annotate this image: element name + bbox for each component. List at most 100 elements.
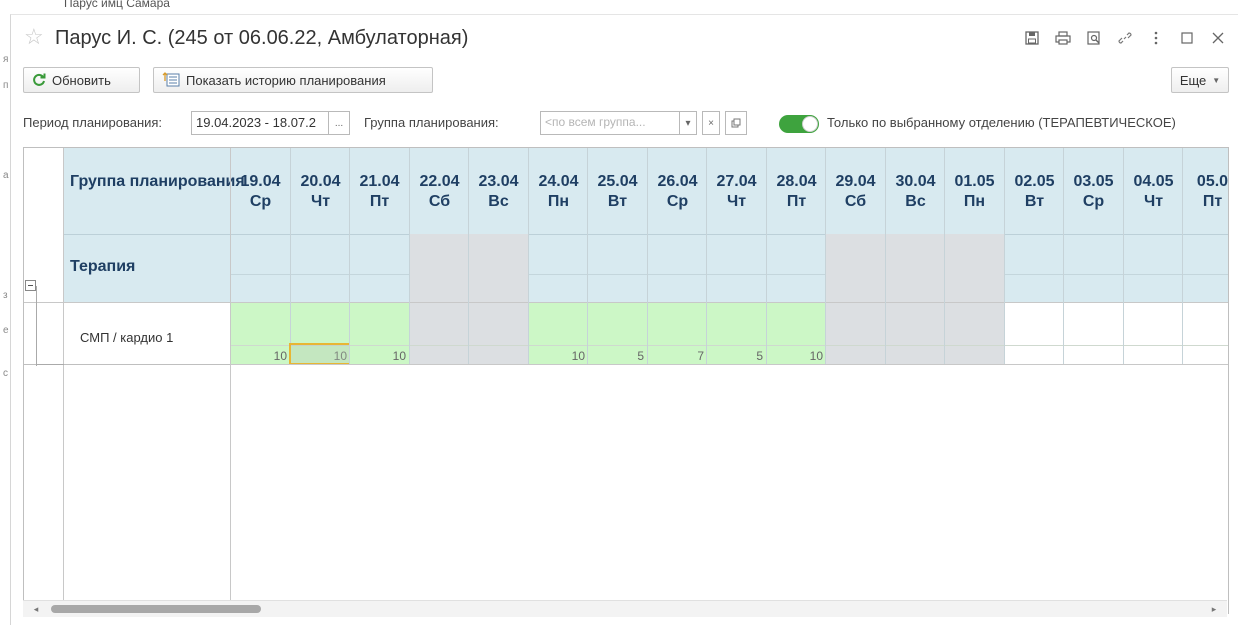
- plan-value: 5: [637, 349, 644, 363]
- day-of-week: Чт: [1143, 193, 1164, 210]
- group-day-cell[interactable]: [886, 234, 945, 302]
- refresh-button[interactable]: Обновить: [23, 67, 140, 93]
- background-letter: е: [3, 325, 9, 336]
- background-letter: я: [3, 54, 9, 65]
- group-open-button[interactable]: [725, 111, 747, 135]
- plan-value: 10: [273, 349, 287, 363]
- group-row-label: Терапия: [70, 258, 136, 275]
- close-icon[interactable]: [1202, 28, 1233, 48]
- plan-day-cell[interactable]: [886, 303, 945, 364]
- day-column-header[interactable]: 19.04 Ср: [231, 172, 290, 212]
- day-of-week: Вт: [1024, 193, 1045, 210]
- day-column-header[interactable]: 01.05 Пн: [945, 172, 1004, 212]
- plan-day-cell[interactable]: 10: [231, 303, 290, 364]
- cell-divider: [469, 345, 528, 346]
- day-column-header[interactable]: 29.04 Сб: [826, 172, 885, 212]
- day-column: 27.04 Чт 5: [706, 148, 766, 364]
- print-icon[interactable]: [1047, 28, 1078, 48]
- day-column-header[interactable]: 21.04 Пт: [350, 172, 409, 212]
- plan-day-cell[interactable]: [1005, 303, 1064, 364]
- department-only-toggle[interactable]: [779, 115, 819, 133]
- plan-day-cell[interactable]: [826, 303, 885, 364]
- period-select-button[interactable]: ...: [328, 111, 350, 135]
- cell-divider: [826, 345, 885, 346]
- link-icon[interactable]: [1109, 28, 1140, 48]
- cell-divider: [529, 345, 588, 346]
- plan-day-cell[interactable]: 7: [648, 303, 707, 364]
- scroll-right-icon[interactable]: ▸: [1205, 601, 1223, 617]
- scroll-left-icon[interactable]: ◂: [27, 601, 45, 617]
- day-date: 30.04: [895, 173, 936, 190]
- plan-value: 10: [809, 349, 823, 363]
- plan-day-cell[interactable]: 10: [529, 303, 588, 364]
- cell-divider: [945, 345, 1004, 346]
- day-of-week: Пн: [547, 193, 570, 210]
- collapse-toggle-icon[interactable]: [25, 280, 36, 291]
- group-day-cell[interactable]: [945, 234, 1004, 302]
- group-dropdown-button[interactable]: ▾: [679, 111, 697, 135]
- day-column-header[interactable]: 04.05 Чт: [1124, 172, 1183, 212]
- show-history-button[interactable]: Показать историю планирования: [153, 67, 433, 93]
- group-day-cell[interactable]: [469, 234, 528, 302]
- cell-divider: [350, 345, 409, 346]
- day-column: 24.04 Пн 10: [528, 148, 588, 364]
- preview-icon[interactable]: [1078, 28, 1109, 48]
- cell-divider: [1183, 345, 1228, 346]
- day-date: 02.05: [1014, 173, 1055, 190]
- day-column-header[interactable]: 28.04 Пт: [767, 172, 826, 212]
- day-column-header[interactable]: 27.04 Чт: [707, 172, 766, 212]
- favorite-star-icon[interactable]: ☆: [24, 25, 44, 49]
- day-column-header[interactable]: 02.05 Вт: [1005, 172, 1064, 212]
- toolbar: Обновить Показать историю планирования Е…: [23, 67, 1238, 93]
- day-column-header[interactable]: 25.04 Вт: [588, 172, 647, 212]
- plan-day-cell[interactable]: [945, 303, 1004, 364]
- plan-value: 7: [697, 349, 704, 363]
- day-date: 04.05: [1133, 173, 1174, 190]
- group-clear-button[interactable]: ×: [702, 111, 720, 135]
- day-column-header[interactable]: 26.04 Ср: [648, 172, 707, 212]
- plan-day-cell[interactable]: [469, 303, 528, 364]
- day-column-header[interactable]: 03.05 Ср: [1064, 172, 1123, 212]
- day-of-week: Пт: [786, 193, 807, 210]
- day-column-header[interactable]: 24.04 Пн: [529, 172, 588, 212]
- day-column-header[interactable]: 30.04 Вс: [886, 172, 945, 212]
- day-column-header[interactable]: 05.0 Пт: [1183, 172, 1229, 212]
- cell-divider: [1124, 345, 1183, 346]
- plan-day-cell[interactable]: 5: [588, 303, 647, 364]
- scrollbar-thumb[interactable]: [51, 605, 261, 613]
- day-column: 26.04 Ср 7: [647, 148, 707, 364]
- group-input[interactable]: <по всем группа...: [540, 111, 680, 135]
- item-row-label[interactable]: СМП / кардио 1: [80, 330, 173, 345]
- plan-day-cell[interactable]: 10: [767, 303, 826, 364]
- day-date: 05.0: [1196, 173, 1229, 190]
- more-button[interactable]: Еще ▼: [1171, 67, 1229, 93]
- day-date: 01.05: [954, 173, 995, 190]
- day-column-header[interactable]: 20.04 Чт: [291, 172, 350, 212]
- refresh-label: Обновить: [52, 72, 111, 88]
- horizontal-scrollbar[interactable]: ◂ ▸: [23, 600, 1227, 617]
- plan-day-cell[interactable]: [1124, 303, 1183, 364]
- toggle-knob: [802, 116, 818, 132]
- cell-divider: [648, 345, 707, 346]
- day-of-week: Вс: [905, 193, 926, 210]
- period-input[interactable]: 19.04.2023 - 18.07.2: [191, 111, 329, 135]
- group-day-cell[interactable]: [826, 234, 885, 302]
- day-column-header[interactable]: 22.04 Сб: [410, 172, 469, 212]
- plan-day-cell[interactable]: [410, 303, 469, 364]
- day-date: 29.04: [835, 173, 876, 190]
- day-date: 26.04: [657, 173, 698, 190]
- plan-day-cell[interactable]: 10: [350, 303, 409, 364]
- window-titlebar: ☆ Парус И. С. (245 от 06.06.22, Амбулато…: [11, 15, 1238, 59]
- save-icon[interactable]: [1016, 28, 1047, 48]
- plan-day-cell[interactable]: [1183, 303, 1228, 364]
- plan-day-cell[interactable]: 5: [707, 303, 766, 364]
- day-column-header[interactable]: 23.04 Вс: [469, 172, 528, 212]
- day-column: 01.05 Пн: [944, 148, 1004, 364]
- plan-day-cell[interactable]: [1064, 303, 1123, 364]
- day-date: 25.04: [597, 173, 638, 190]
- maximize-icon[interactable]: [1171, 28, 1202, 48]
- group-day-cell[interactable]: [410, 234, 469, 302]
- day-date: 20.04: [300, 173, 341, 190]
- more-vertical-icon[interactable]: [1140, 28, 1171, 48]
- plan-day-cell[interactable]: 10: [289, 303, 352, 365]
